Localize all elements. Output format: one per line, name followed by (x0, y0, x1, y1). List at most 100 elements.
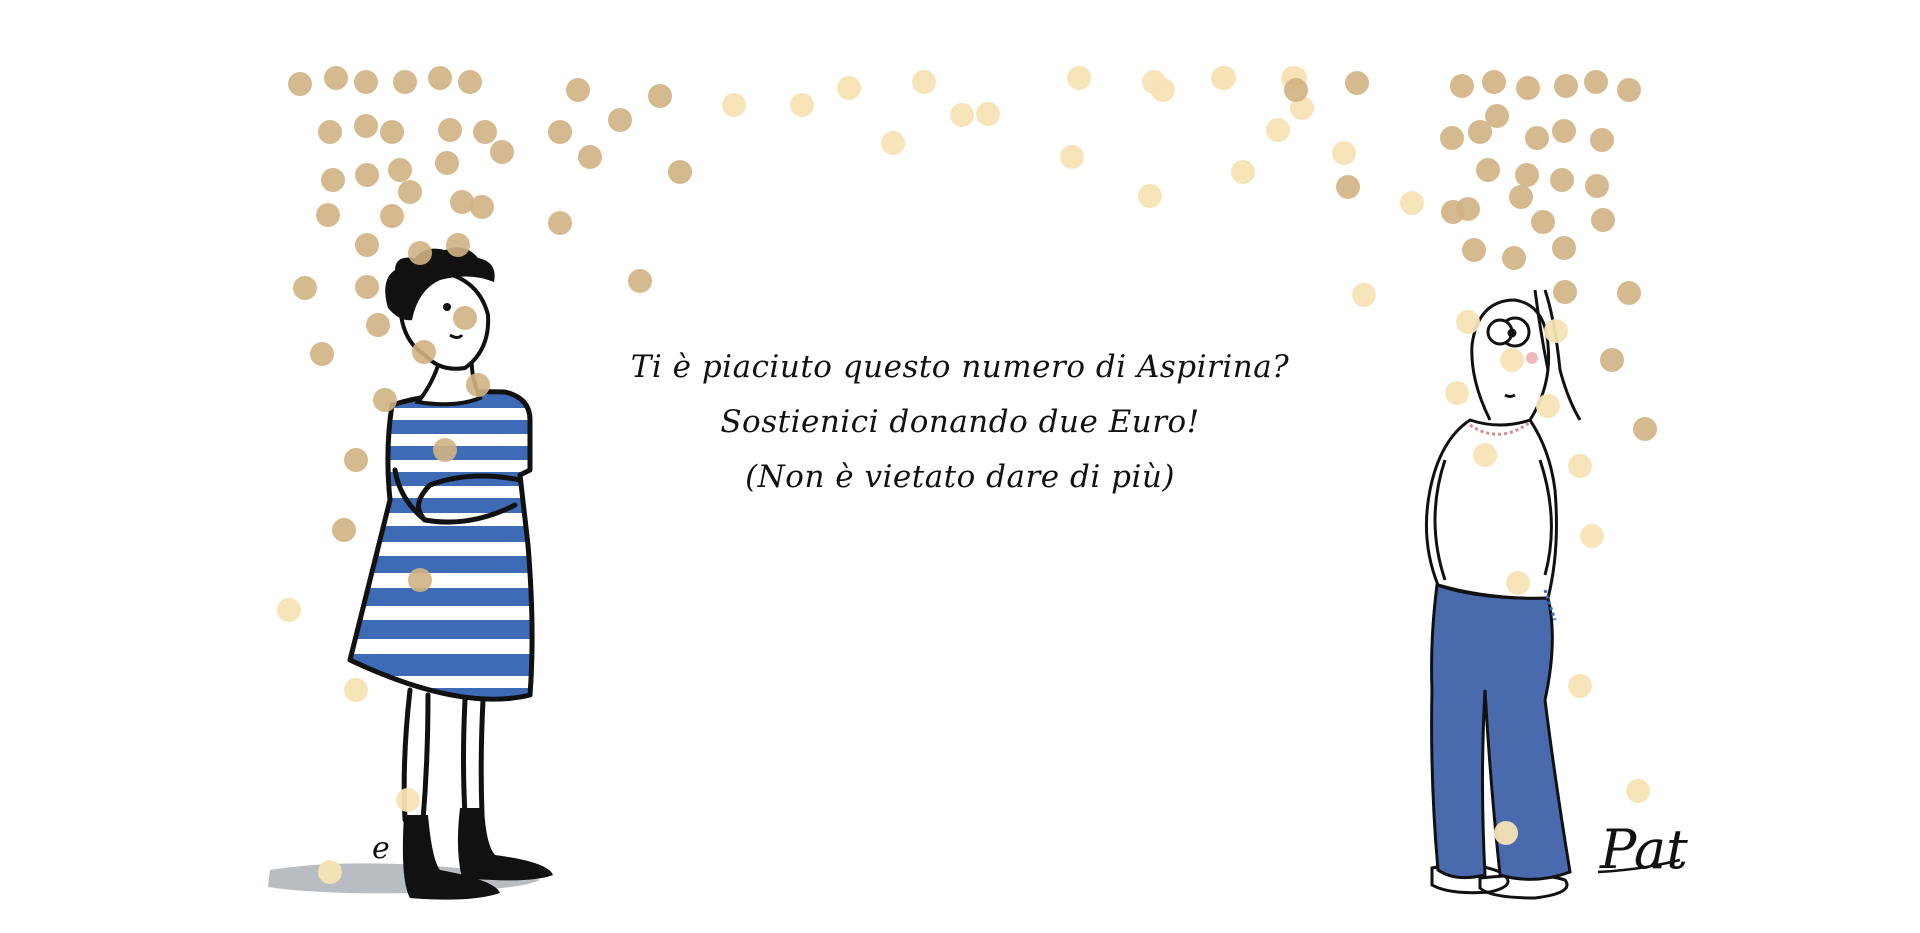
coin-dot (1515, 163, 1539, 187)
coin-dot (393, 70, 417, 94)
coin-dot (1617, 281, 1641, 305)
coin-dot (1266, 118, 1290, 142)
coin-dot (566, 78, 590, 102)
coin-dot (433, 438, 457, 462)
coin-dot (548, 211, 572, 235)
coin-dot (408, 241, 432, 265)
coin-dot (1568, 674, 1592, 698)
coin-dot (490, 140, 514, 164)
coin-dot (396, 788, 420, 812)
coin-dot (1284, 78, 1308, 102)
man-figure: Pat (1424, 289, 1688, 900)
woman-boots (402, 808, 553, 900)
coin-dot (837, 76, 861, 100)
coin-dot (1550, 168, 1574, 192)
coin-dot (428, 66, 452, 90)
coin-dot (355, 163, 379, 187)
coin-dot (1212, 66, 1236, 90)
donation-message: Ti è piaciuto questo numero di Aspirina?… (560, 340, 1360, 505)
coin-dot (373, 388, 397, 412)
coin-dot (1494, 821, 1518, 845)
coin-dot (1552, 119, 1576, 143)
coin-dot (450, 190, 474, 214)
message-line-1: Ti è piaciuto questo numero di Aspirina? (630, 349, 1290, 385)
coin-dot (344, 678, 368, 702)
coin-dot (332, 518, 356, 542)
coin-dot (355, 275, 379, 299)
coin-dot (976, 102, 1000, 126)
coin-dot (1476, 158, 1500, 182)
coin-dot (1456, 310, 1480, 334)
coin-dot (1336, 175, 1360, 199)
coin-dot (380, 204, 404, 228)
coin-dot (1590, 128, 1614, 152)
coin-dot (950, 103, 974, 127)
message-line-2: Sostienici donando due Euro! (720, 404, 1200, 440)
coin-dot (1231, 160, 1255, 184)
coin-dot (310, 342, 334, 366)
coin-dot (1600, 348, 1624, 372)
coin-dot (628, 269, 652, 293)
coin-dot (438, 118, 462, 142)
coin-dot (1584, 70, 1608, 94)
coin-dot (1445, 381, 1469, 405)
coin-dot (1151, 78, 1175, 102)
coin-dot (1553, 280, 1577, 304)
coin-dot (1332, 141, 1356, 165)
coin-dot (1509, 185, 1533, 209)
coin-dot (1440, 126, 1464, 150)
coin-dot (912, 70, 936, 94)
coin-dot (318, 860, 342, 884)
coin-dot (1531, 210, 1555, 234)
coin-dot (1585, 174, 1609, 198)
coin-dot (668, 160, 692, 184)
coin-dot (1352, 283, 1376, 307)
coin-dot (293, 276, 317, 300)
coin-dot (578, 145, 602, 169)
coin-dot (318, 120, 342, 144)
coin-dot (790, 93, 814, 117)
coin-dot (1462, 238, 1486, 262)
coin-dot (1400, 191, 1424, 215)
coin-dot (1626, 779, 1650, 803)
coin-dot (1544, 319, 1568, 343)
coin-dot (648, 84, 672, 108)
coin-dot (458, 70, 482, 94)
coin-dot (316, 203, 340, 227)
coin-dot (354, 114, 378, 138)
message-line-3: (Non è vietato dare di più) (745, 459, 1175, 495)
coin-dot (366, 313, 390, 337)
coin-dot (470, 195, 494, 219)
coin-dot (1554, 74, 1578, 98)
coin-dot (412, 340, 436, 364)
woman-head (385, 247, 495, 371)
coin-dot (1138, 184, 1162, 208)
coin-dot (1473, 443, 1497, 467)
coin-dot (722, 93, 746, 117)
coin-dot (277, 598, 301, 622)
coin-dot (321, 168, 345, 192)
coin-dot (380, 120, 404, 144)
coin-dot (1580, 524, 1604, 548)
coin-dot (1525, 126, 1549, 150)
coin-dot (354, 70, 378, 94)
coin-dot (608, 108, 632, 132)
coin-dot (1456, 197, 1480, 221)
coin-dot (446, 233, 470, 257)
coin-dot (548, 120, 572, 144)
coin-dot (1067, 66, 1091, 90)
coin-dot (1485, 104, 1509, 128)
coin-dot (1568, 454, 1592, 478)
coin-dot (1450, 74, 1474, 98)
artist-signature-left: e (372, 831, 390, 866)
coin-dot (288, 72, 312, 96)
coin-dot (388, 158, 412, 182)
coin-dot (453, 306, 477, 330)
coin-dot (398, 180, 422, 204)
coin-dot (1516, 76, 1540, 100)
coin-dot (1591, 208, 1615, 232)
coin-dot (473, 120, 497, 144)
coin-dot (1482, 70, 1506, 94)
man-head (1470, 289, 1582, 421)
coin-dot (1617, 78, 1641, 102)
